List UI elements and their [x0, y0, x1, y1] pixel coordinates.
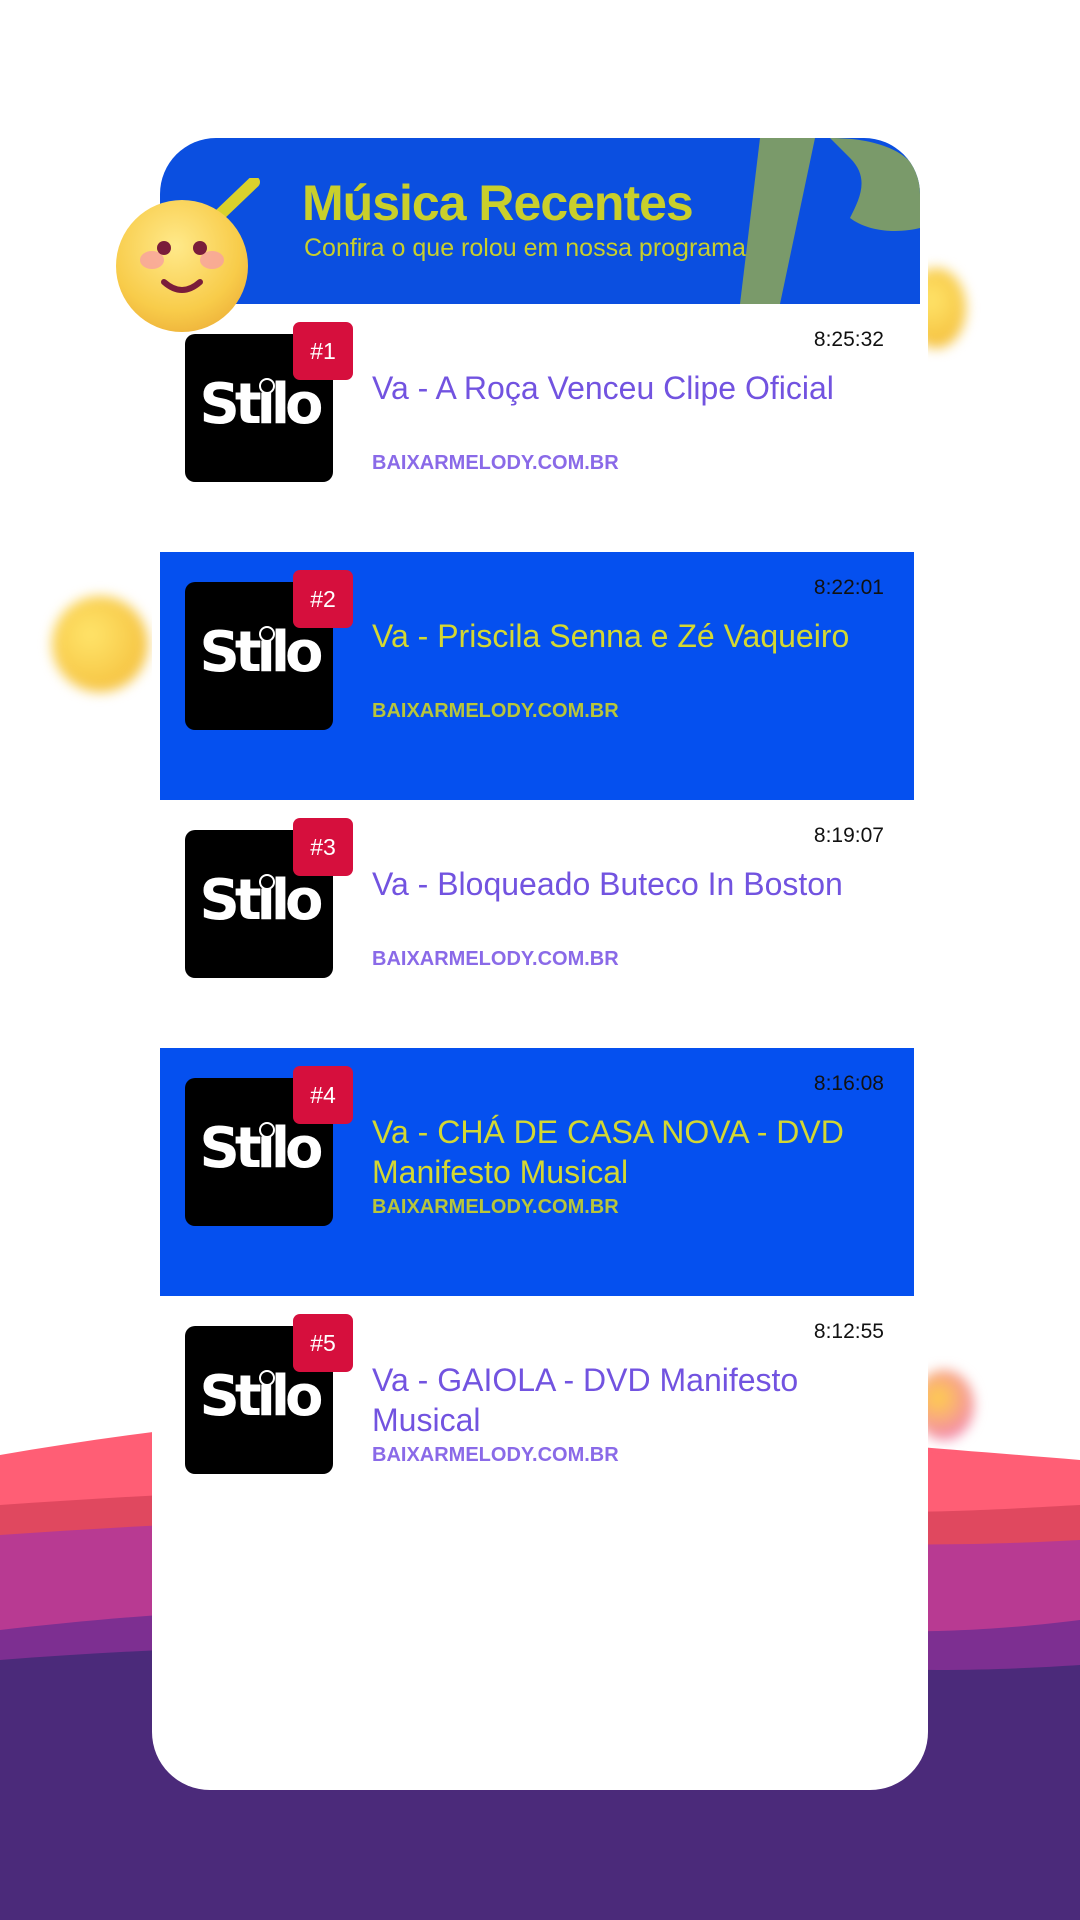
rank-badge: #5 — [293, 1314, 353, 1372]
music-note-icon — [740, 138, 920, 304]
list-item[interactable]: Stilo #4 8:16:08 Va - CHÁ DE CASA NOVA -… — [160, 1048, 914, 1296]
track-source: BAIXARMELODY.COM.BR — [372, 1444, 619, 1466]
track-time: 8:25:32 — [813, 328, 884, 351]
track-title: Va - A Roça Venceu Clipe Oficial — [372, 370, 834, 406]
power-icon — [259, 1370, 275, 1386]
power-icon — [259, 626, 275, 642]
track-time: 8:12:55 — [813, 1320, 884, 1343]
power-icon — [259, 874, 275, 890]
list-item[interactable]: Stilo #5 8:12:55 Va - GAIOLA - DVD Manif… — [160, 1296, 914, 1544]
power-icon — [259, 378, 275, 394]
power-icon — [259, 1122, 275, 1138]
track-title: Va - Bloqueado Buteco In Boston — [372, 866, 843, 902]
smiley-emoji-icon — [116, 200, 248, 332]
rank-badge: #4 — [293, 1066, 353, 1124]
track-source: BAIXARMELODY.COM.BR — [372, 1196, 619, 1218]
list-item[interactable]: Stilo #3 8:19:07 Va - Bloqueado Buteco I… — [160, 800, 914, 1048]
page-title: Música Recentes — [302, 175, 694, 231]
track-source: BAIXARMELODY.COM.BR — [372, 700, 619, 722]
rank-badge: #1 — [293, 322, 353, 380]
track-title: Va - CHÁ DE CASA NOVA - DVD Manifesto Mu… — [372, 1114, 844, 1190]
blurred-emoji-left — [52, 596, 148, 692]
list-item[interactable]: Stilo #1 8:25:32 Va - A Roça Venceu Clip… — [160, 304, 914, 552]
track-time: 8:19:07 — [813, 824, 884, 847]
track-title: Va - GAIOLA - DVD Manifesto Musical — [372, 1362, 799, 1438]
card-header: Música Recentes Confira o que rolou em n… — [160, 138, 920, 304]
rank-badge: #2 — [293, 570, 353, 628]
track-source: BAIXARMELODY.COM.BR — [372, 452, 619, 474]
track-time: 8:16:08 — [813, 1072, 884, 1095]
track-title: Va - Priscila Senna e Zé Vaqueiro — [372, 618, 850, 654]
list-item[interactable]: Stilo #2 8:22:01 Va - Priscila Senna e Z… — [160, 552, 914, 800]
rank-badge: #3 — [293, 818, 353, 876]
track-time: 8:22:01 — [813, 576, 884, 599]
track-list: Stilo #1 8:25:32 Va - A Roça Venceu Clip… — [160, 304, 914, 1544]
recent-music-card: Música Recentes Confira o que rolou em n… — [152, 138, 928, 1790]
page-subtitle: Confira o que rolou em nossa programação — [304, 234, 787, 262]
track-source: BAIXARMELODY.COM.BR — [372, 948, 619, 970]
